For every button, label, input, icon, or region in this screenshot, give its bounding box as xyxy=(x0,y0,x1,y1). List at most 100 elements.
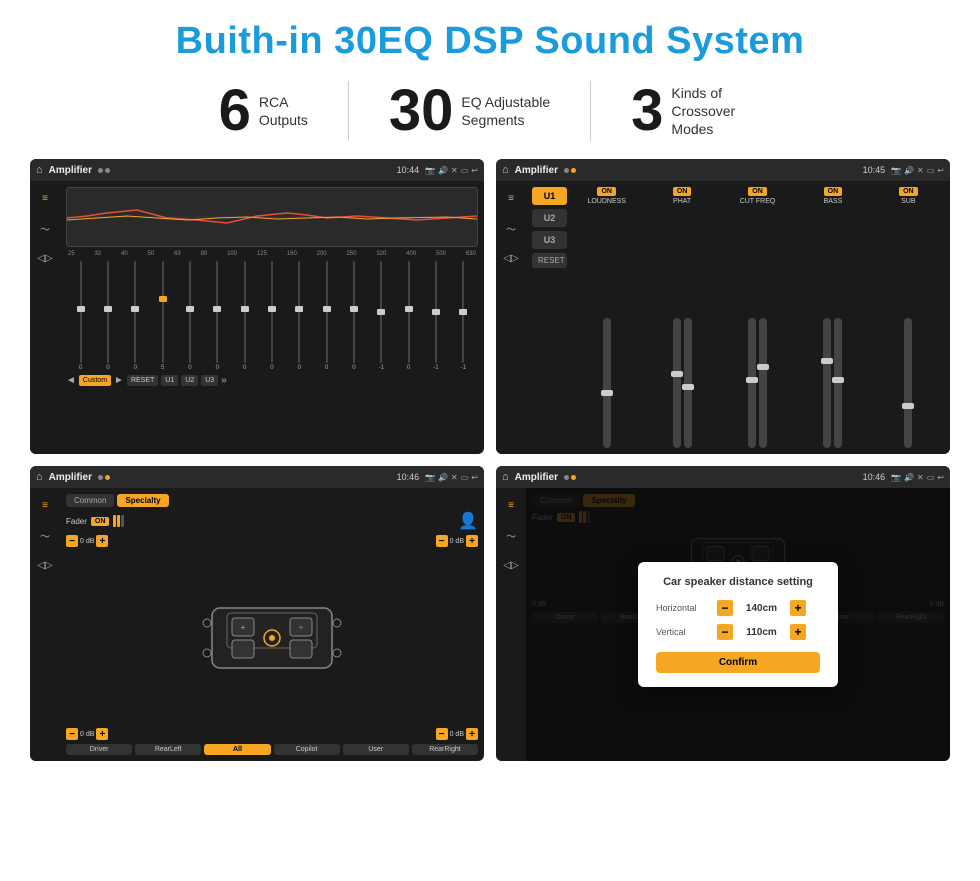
slider-track-14[interactable] xyxy=(462,261,464,363)
plus-tl[interactable]: + xyxy=(96,535,108,547)
slider-track-3[interactable] xyxy=(162,261,164,363)
slider-track-4[interactable] xyxy=(189,261,191,363)
prev-arrow[interactable]: ◄ xyxy=(66,375,76,386)
preset-u2[interactable]: U2 xyxy=(532,209,567,227)
custom-btn[interactable]: Custom xyxy=(79,375,111,386)
sidebar-wave-icon-3[interactable]: 〜 xyxy=(36,526,54,544)
home-icon-3[interactable]: ⌂ xyxy=(36,471,43,483)
tab-specialty[interactable]: Specialty xyxy=(117,494,168,507)
loudness-slider[interactable] xyxy=(603,318,611,448)
sidebar-eq-icon[interactable]: ≡ xyxy=(36,189,54,207)
minus-tl[interactable]: − xyxy=(66,535,78,547)
phat-slider-f[interactable] xyxy=(673,318,681,448)
preset-u1[interactable]: U1 xyxy=(532,187,567,205)
slider-track-11[interactable] xyxy=(380,261,382,363)
slider-track-13[interactable] xyxy=(435,261,437,363)
horizontal-plus[interactable]: + xyxy=(790,600,806,616)
btn-copilot[interactable]: Copilot xyxy=(274,744,340,755)
sidebar-wave-icon-4[interactable]: 〜 xyxy=(502,526,520,544)
crossover-channels: ON LOUDNESS xyxy=(571,187,944,448)
horizontal-value: 140cm xyxy=(739,603,784,614)
eq-slider-13: -1 xyxy=(423,261,448,371)
btn-all[interactable]: All xyxy=(204,744,270,755)
close-icon-4: ✕ xyxy=(917,473,924,482)
plus-bl[interactable]: + xyxy=(96,728,108,740)
sidebar-wave-icon-2[interactable]: 〜 xyxy=(502,219,520,237)
sidebar-eq-icon-3[interactable]: ≡ xyxy=(36,496,54,514)
slider-track-2[interactable] xyxy=(134,261,136,363)
slider-track-0[interactable] xyxy=(80,261,82,363)
cutfreq-slider-g[interactable] xyxy=(759,318,767,448)
cutfreq-slider-f[interactable] xyxy=(748,318,756,448)
main-crossover: U1 U2 U3 RESET ON LOUDNESS xyxy=(526,181,950,454)
u2-btn[interactable]: U2 xyxy=(181,375,198,386)
phat-toggle[interactable]: ON xyxy=(673,187,692,196)
btn-user[interactable]: User xyxy=(343,744,409,755)
slider-val-0: 0 xyxy=(79,365,82,371)
next-arrow[interactable]: ► xyxy=(114,375,124,386)
reset-btn-2[interactable]: RESET xyxy=(532,253,567,268)
user-icon[interactable]: 👤 xyxy=(458,511,478,531)
eq-slider-14: -1 xyxy=(451,261,476,371)
topbar-dots-eq xyxy=(98,168,110,173)
window-icon-4: ▭ xyxy=(927,473,935,482)
home-icon[interactable]: ⌂ xyxy=(36,164,43,176)
topbar-time-4: 10:46 xyxy=(863,472,886,482)
u3-btn[interactable]: U3 xyxy=(201,375,218,386)
home-icon-2[interactable]: ⌂ xyxy=(502,164,509,176)
slider-track-5[interactable] xyxy=(216,261,218,363)
loudness-toggle[interactable]: ON xyxy=(597,187,616,196)
btn-rearleft[interactable]: RearLeft xyxy=(135,744,201,755)
volume-icon-3: 🔊 xyxy=(438,473,448,482)
close-icon-2: ✕ xyxy=(917,166,924,175)
fader-toggle[interactable]: ON xyxy=(91,517,110,526)
home-icon-4[interactable]: ⌂ xyxy=(502,471,509,483)
minus-tr[interactable]: − xyxy=(436,535,448,547)
reset-btn[interactable]: RESET xyxy=(127,375,158,386)
sidebar-speaker-icon[interactable]: ◁▷ xyxy=(36,249,54,267)
slider-track-9[interactable] xyxy=(326,261,328,363)
eq-slider-6: 0 xyxy=(232,261,257,371)
btn-driver[interactable]: Driver xyxy=(66,744,132,755)
u1-btn[interactable]: U1 xyxy=(161,375,178,386)
cutfreq-toggle[interactable]: ON xyxy=(748,187,767,196)
plus-br[interactable]: + xyxy=(466,728,478,740)
btn-rearright[interactable]: RearRight xyxy=(412,744,478,755)
sub-slider[interactable] xyxy=(904,318,912,448)
screen-content-4: ≡ 〜 ◁▷ Common Specialty Fader xyxy=(496,488,950,761)
tab-common[interactable]: Common xyxy=(66,494,114,507)
plus-tr[interactable]: + xyxy=(466,535,478,547)
minus-br[interactable]: − xyxy=(436,728,448,740)
distance-dialog: Car speaker distance setting Horizontal … xyxy=(638,562,838,687)
sidebar-wave-icon[interactable]: 〜 xyxy=(36,219,54,237)
vertical-minus[interactable]: − xyxy=(717,624,733,640)
sidebar-speaker-icon-2[interactable]: ◁▷ xyxy=(502,249,520,267)
vertical-plus[interactable]: + xyxy=(790,624,806,640)
col-sub: ON SUB xyxy=(873,187,944,448)
slider-track-8[interactable] xyxy=(298,261,300,363)
bass-toggle[interactable]: ON xyxy=(824,187,843,196)
phat-slider-g[interactable] xyxy=(684,318,692,448)
back-icon-2: ↩ xyxy=(937,166,944,175)
sidebar-eq-icon-4[interactable]: ≡ xyxy=(502,496,520,514)
slider-track-1[interactable] xyxy=(107,261,109,363)
bass-slider-f[interactable] xyxy=(823,318,831,448)
sub-label: SUB xyxy=(901,198,915,205)
slider-track-12[interactable] xyxy=(408,261,410,363)
sidebar-speaker-icon-3[interactable]: ◁▷ xyxy=(36,556,54,574)
slider-track-7[interactable] xyxy=(271,261,273,363)
preset-u3[interactable]: U3 xyxy=(532,231,567,249)
sub-toggle[interactable]: ON xyxy=(899,187,918,196)
sidebar-speaker-icon-4[interactable]: ◁▷ xyxy=(502,556,520,574)
bass-slider-g[interactable] xyxy=(834,318,842,448)
db-control-tr: − 0 dB + xyxy=(436,535,478,547)
freq-200: 200 xyxy=(317,251,327,257)
sidebar-eq-icon-2[interactable]: ≡ xyxy=(502,189,520,207)
minus-bl[interactable]: − xyxy=(66,728,78,740)
confirm-button[interactable]: Confirm xyxy=(656,652,820,673)
sidebar-3: ≡ 〜 ◁▷ xyxy=(30,488,60,761)
slider-track-6[interactable] xyxy=(244,261,246,363)
horizontal-minus[interactable]: − xyxy=(717,600,733,616)
slider-track-10[interactable] xyxy=(353,261,355,363)
sub-sliders xyxy=(904,208,912,448)
